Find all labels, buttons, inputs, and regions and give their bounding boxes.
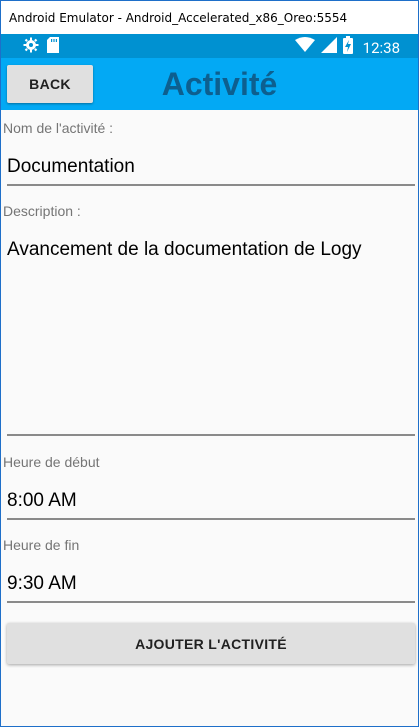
signal-icon: [320, 37, 337, 58]
back-button[interactable]: BACK: [7, 65, 93, 103]
description-label: Description :: [3, 203, 81, 219]
description-field[interactable]: Avancement de la documentation de Logy: [7, 238, 415, 436]
status-time: 12:38: [362, 38, 400, 57]
window-title: Android Emulator - Android_Accelerated_x…: [9, 10, 348, 25]
sd-card-icon: [47, 37, 59, 58]
name-label: Nom de l'activité :: [3, 120, 114, 136]
add-activity-button[interactable]: AJOUTER L'ACTIVITÉ: [7, 623, 415, 664]
app-header: BACK Activité: [1, 58, 418, 110]
start-time-label: Heure de début: [3, 454, 100, 470]
end-time-label: Heure de fin: [3, 537, 80, 553]
page-title: Activité: [161, 66, 278, 102]
android-status-bar: 12:38: [1, 34, 418, 58]
activity-form: Nom de l'activité : Description : Avance…: [1, 110, 418, 726]
start-time-field[interactable]: [7, 490, 415, 520]
end-time-field[interactable]: [7, 573, 415, 603]
gear-icon: [23, 37, 39, 58]
window-titlebar: Android Emulator - Android_Accelerated_x…: [1, 1, 418, 34]
activity-name-field[interactable]: [7, 156, 415, 186]
wifi-icon: [294, 37, 315, 58]
battery-charging-icon: [342, 36, 353, 59]
emulator-window: Android Emulator - Android_Accelerated_x…: [0, 0, 419, 727]
